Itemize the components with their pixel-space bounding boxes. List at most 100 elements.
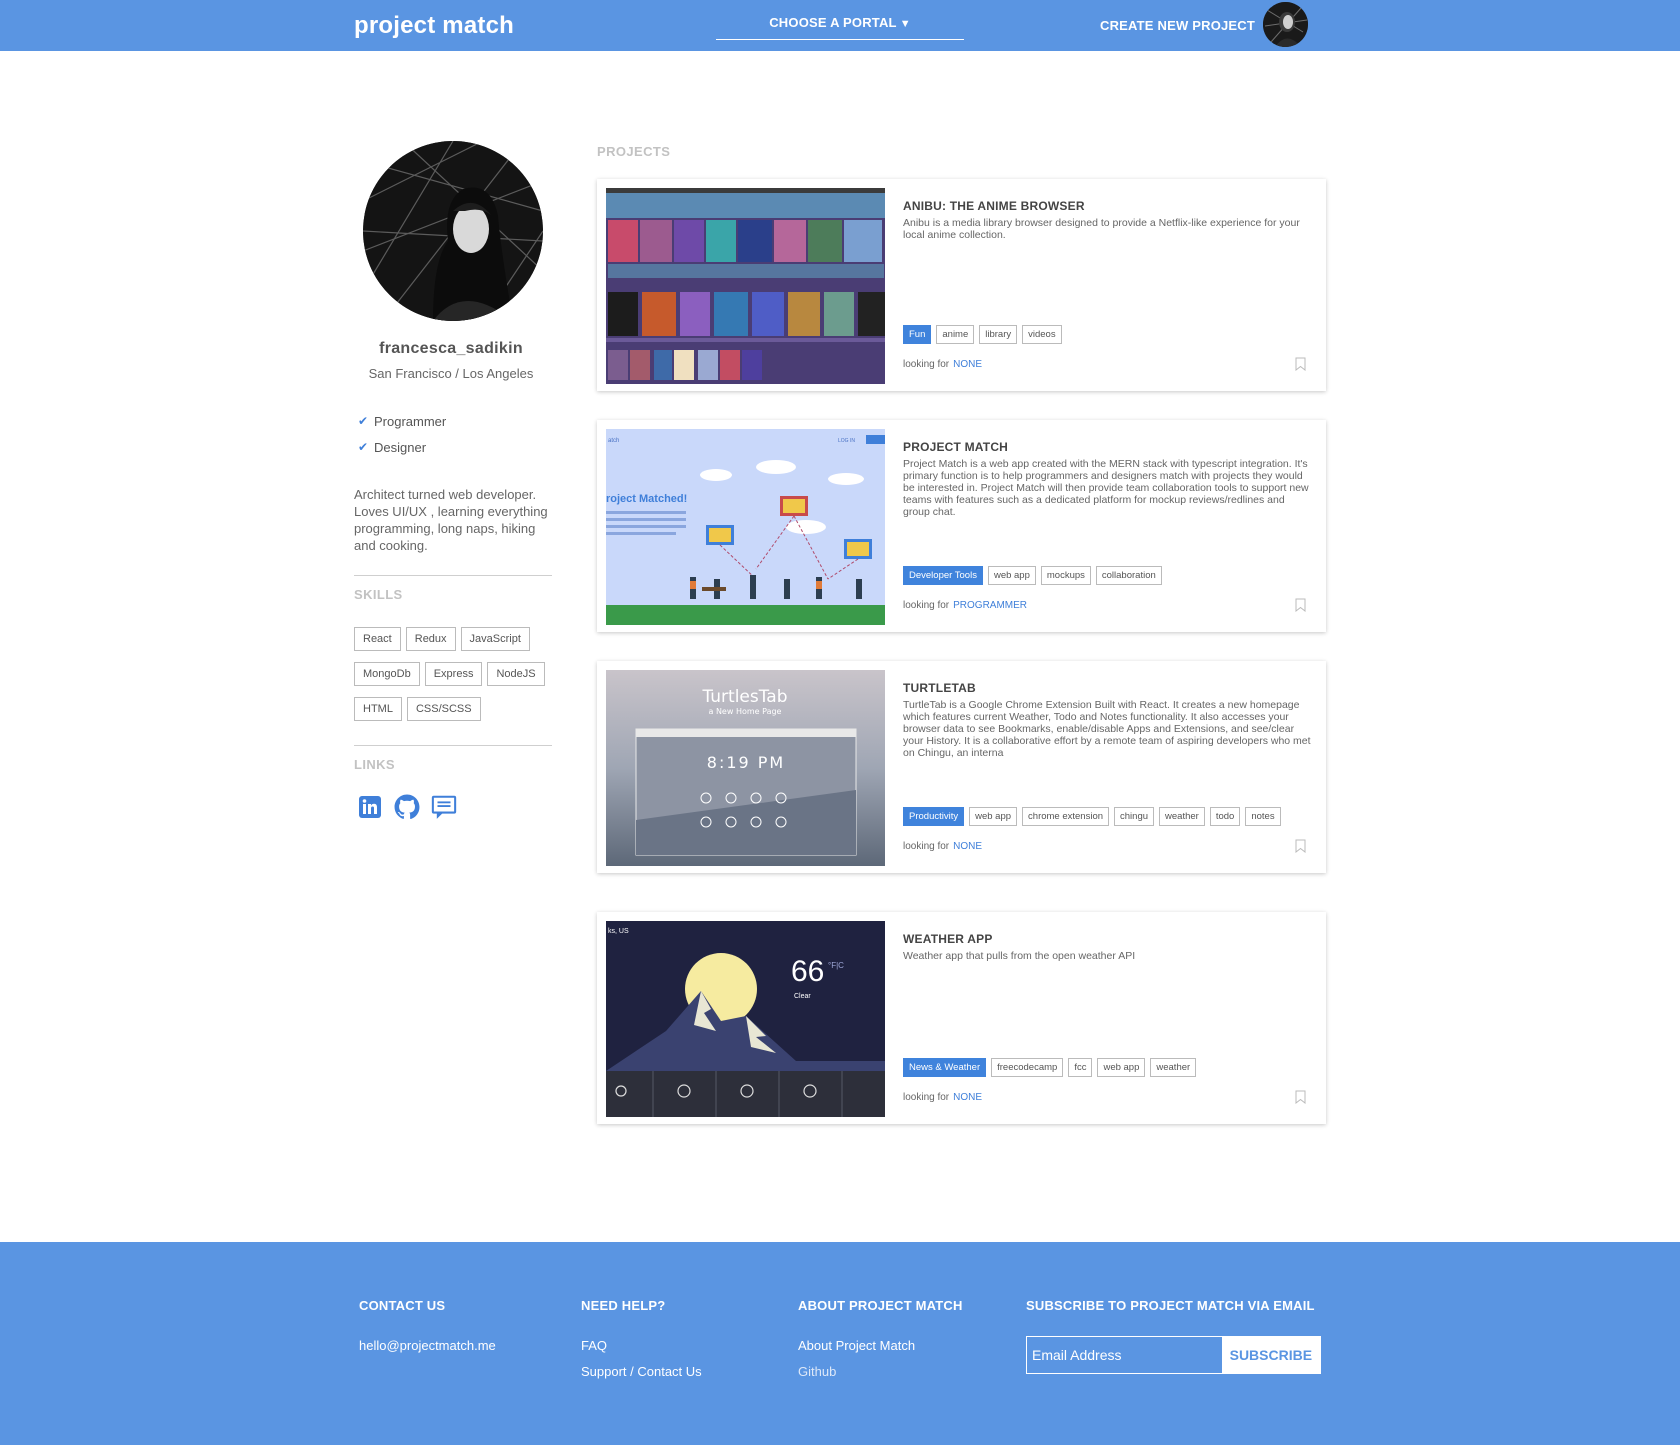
tag[interactable]: chrome extension (1022, 807, 1110, 826)
tag[interactable]: weather (1150, 1058, 1197, 1077)
divider (354, 745, 552, 746)
tag[interactable]: library (979, 325, 1018, 344)
project-thumbnail[interactable] (606, 188, 885, 384)
profile-location: San Francisco / Los Angeles (368, 366, 534, 381)
email-input[interactable] (1027, 1337, 1222, 1373)
tag[interactable]: mockups (1040, 566, 1091, 585)
skill-tag: MongoDb (354, 662, 420, 686)
skills-heading: SKILLS (354, 587, 403, 602)
project-thumbnail[interactable]: TurtlesTab a New Home Page 8:19 PM (606, 670, 885, 866)
mock-units: °F|C (828, 961, 844, 970)
chat-icon[interactable] (431, 794, 457, 820)
skill-tag: NodeJS (487, 662, 545, 686)
role-list: ✔ Programmer ✔ Designer (358, 414, 446, 466)
support-link[interactable]: Support / Contact Us (581, 1359, 702, 1385)
skill-tag: Redux (405, 627, 456, 651)
tag[interactable]: chingu (1114, 807, 1155, 826)
about-link[interactable]: About Project Match (798, 1333, 963, 1359)
tag[interactable]: weather (1159, 807, 1205, 826)
subscribe-button[interactable]: SUBSCRIBE (1221, 1337, 1320, 1373)
bookmark-icon[interactable] (1295, 839, 1306, 853)
looking-for: looking for NONE (903, 841, 982, 852)
github-link[interactable]: Github (798, 1359, 963, 1385)
create-new-project-button[interactable]: CREATE NEW PROJECT (1100, 18, 1255, 33)
tag[interactable]: collaboration (1095, 566, 1162, 585)
looking-for: looking for PROGRAMMER (903, 600, 1027, 611)
profile-avatar (363, 141, 543, 321)
footer-contact: CONTACT US hello@projectmatch.me (359, 1298, 496, 1359)
portal-label: CHOOSE A PORTAL (769, 15, 897, 30)
role-label: Designer (374, 440, 427, 455)
project-thumbnail[interactable]: ks, US 66 °F|C Clear (606, 921, 885, 1117)
project-description: Anibu is a media library browser designe… (903, 217, 1300, 241)
footer-heading: SUBSCRIBE TO PROJECT MATCH VIA EMAIL (1026, 1298, 1315, 1313)
skill-tag: HTML (354, 697, 402, 721)
skill-tag: React (354, 627, 401, 651)
mock-clock: 8:19 PM (707, 753, 785, 772)
user-avatar-menu[interactable] (1263, 2, 1308, 47)
profile-bio: Architect turned web developer. Loves UI… (354, 487, 548, 553)
mock-subtitle: a New Home Page (709, 707, 782, 716)
contact-email-link[interactable]: hello@projectmatch.me (359, 1333, 496, 1359)
bookmark-icon[interactable] (1295, 1090, 1306, 1104)
skill-tag: Express (424, 662, 483, 686)
choose-portal-dropdown[interactable]: CHOOSE A PORTAL ▼ (716, 0, 964, 40)
tag[interactable]: freecodecamp (991, 1058, 1064, 1077)
top-navbar: project match CHOOSE A PORTAL ▼ CREATE NE… (0, 0, 1680, 51)
footer-help: NEED HELP? FAQ Support / Contact Us (581, 1298, 702, 1385)
project-card[interactable]: ANIBU: THE ANIME BROWSER Anibu is a medi… (597, 179, 1326, 391)
category-tag[interactable]: Developer Tools (903, 566, 983, 585)
github-icon[interactable] (394, 794, 420, 820)
project-thumbnail[interactable]: atch LOG IN roject Matched! (606, 429, 885, 625)
skills-list: React Redux JavaScript MongoDb Express N… (354, 627, 554, 721)
footer-subscribe: SUBSCRIBE TO PROJECT MATCH VIA EMAIL (1026, 1298, 1315, 1333)
profile-username: francesca_sadikin (379, 340, 523, 357)
project-title[interactable]: ANIBU: THE ANIME BROWSER (903, 199, 1085, 213)
caret-down-icon: ▼ (899, 18, 911, 30)
bookmark-icon[interactable] (1295, 598, 1306, 612)
project-card[interactable]: TurtlesTab a New Home Page 8:19 PM TURTL… (597, 661, 1326, 873)
looking-for-value: NONE (953, 841, 983, 852)
looking-for-label: looking for (903, 841, 950, 852)
project-title[interactable]: WEATHER APP (903, 932, 993, 946)
tag[interactable]: fcc (1068, 1058, 1093, 1077)
linkedin-icon[interactable] (357, 794, 383, 820)
role-label: Programmer (374, 414, 447, 429)
tag[interactable]: notes (1245, 807, 1281, 826)
looking-for: looking for NONE (903, 1092, 982, 1103)
mock-heading: roject Matched! (606, 493, 687, 505)
tag[interactable]: web app (1097, 1058, 1146, 1077)
project-tags: Fun anime library videos (903, 325, 1062, 344)
subscribe-form: SUBSCRIBE (1026, 1336, 1321, 1374)
check-icon: ✔ (358, 440, 369, 454)
category-tag[interactable]: Fun (903, 325, 932, 344)
looking-for-value: PROGRAMMER (953, 600, 1028, 611)
project-title[interactable]: TURTLETAB (903, 681, 976, 695)
mock-location: ks, US (608, 928, 629, 935)
bookmark-icon[interactable] (1295, 357, 1306, 371)
project-card[interactable]: atch LOG IN roject Matched! PROJECT MATC… (597, 420, 1326, 632)
category-tag[interactable]: Productivity (903, 807, 965, 826)
tag[interactable]: videos (1022, 325, 1062, 344)
footer: CONTACT US hello@projectmatch.me NEED HE… (0, 1242, 1680, 1445)
skill-tag: CSS/SCSS (406, 697, 481, 721)
links-heading: LINKS (354, 757, 395, 772)
category-tag[interactable]: News & Weather (903, 1058, 987, 1077)
mock-nav-login: LOG IN (838, 438, 855, 444)
project-tags: News & Weather freecodecamp fcc web app … (903, 1058, 1197, 1077)
tag[interactable]: todo (1209, 807, 1241, 826)
looking-for-value: NONE (953, 359, 983, 370)
profile-links (357, 794, 457, 820)
project-title[interactable]: PROJECT MATCH (903, 440, 1008, 454)
project-card[interactable]: ks, US 66 °F|C Clear WEATHER APP Weather… (597, 912, 1326, 1124)
tag[interactable]: web app (987, 566, 1036, 585)
project-tags: Productivity web app chrome extension ch… (903, 807, 1281, 826)
tag[interactable]: web app (969, 807, 1018, 826)
logo[interactable]: project match (354, 12, 514, 40)
faq-link[interactable]: FAQ (581, 1333, 702, 1359)
role-item: ✔ Designer (358, 440, 446, 466)
mock-temperature: 66 (791, 955, 824, 988)
tag[interactable]: anime (936, 325, 975, 344)
looking-for: looking for NONE (903, 359, 982, 370)
looking-for-label: looking for (903, 600, 950, 611)
